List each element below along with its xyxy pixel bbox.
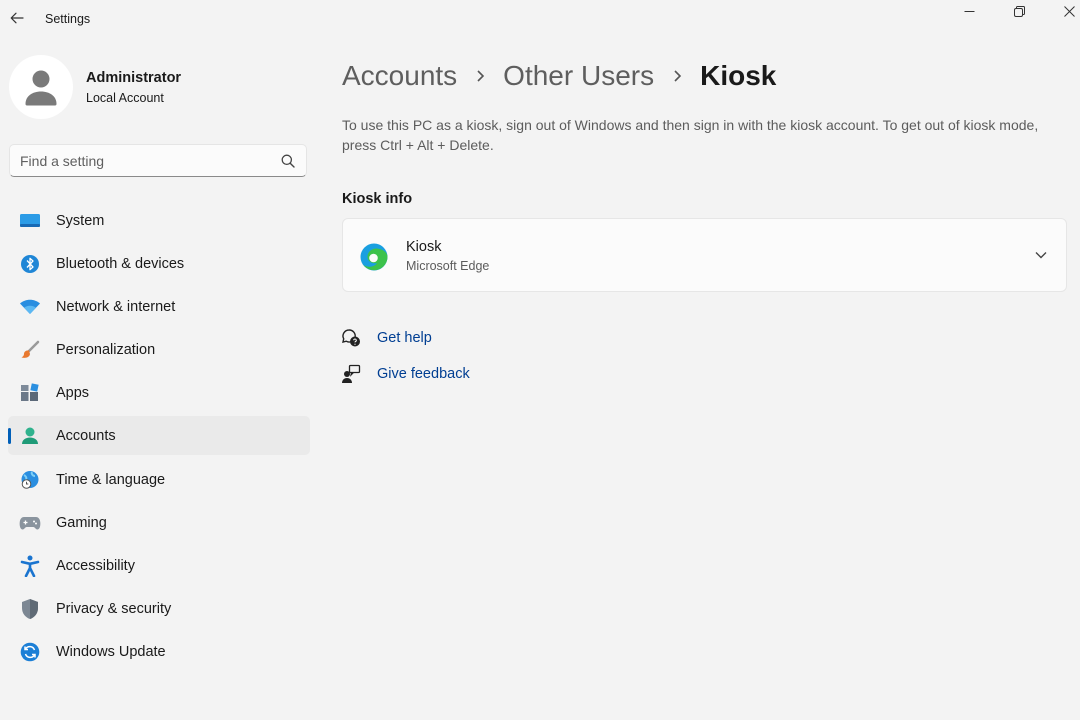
sidebar-item-label: Gaming: [56, 514, 107, 531]
sidebar-item-windows-update[interactable]: Windows Update: [8, 632, 310, 671]
sidebar-item-label: Accounts: [56, 428, 116, 445]
avatar-icon: [25, 70, 57, 106]
back-arrow-icon: [10, 12, 24, 24]
help-icon: [340, 327, 362, 349]
kiosk-info-card[interactable]: Kiosk Microsoft Edge: [342, 218, 1067, 292]
app-title: Settings: [45, 12, 91, 26]
sidebar-item-bluetooth[interactable]: Bluetooth & devices: [8, 244, 310, 283]
sidebar-item-gaming[interactable]: Gaming: [8, 503, 310, 542]
restore-icon: [1013, 5, 1025, 17]
bluetooth-icon: [19, 254, 41, 274]
sidebar-item-time-language[interactable]: Time & language: [8, 460, 310, 499]
close-icon: [1063, 5, 1075, 17]
sidebar-nav: System Bluetooth & devices Network & int…: [8, 201, 310, 675]
account-type: Local Account: [86, 91, 164, 105]
feedback-icon: [340, 363, 362, 385]
section-heading: Kiosk info: [342, 191, 413, 207]
apps-icon: [19, 383, 41, 403]
sidebar-item-label: Personalization: [56, 342, 156, 359]
get-help-link[interactable]: Get help: [340, 327, 432, 349]
title-bar: Settings: [0, 0, 1080, 40]
give-feedback-link[interactable]: Give feedback: [340, 363, 470, 385]
sidebar-item-network[interactable]: Network & internet: [8, 287, 310, 326]
sidebar-item-label: Accessibility: [56, 557, 135, 574]
minimize-icon: [964, 10, 974, 12]
get-help-label[interactable]: Get help: [377, 330, 432, 346]
sidebar-item-privacy-security[interactable]: Privacy & security: [8, 589, 310, 628]
chevron-down-icon[interactable]: [1034, 248, 1048, 262]
accessibility-icon: [19, 555, 41, 577]
sidebar-item-label: Windows Update: [56, 643, 166, 660]
search-input[interactable]: [20, 151, 270, 171]
gamepad-icon: [19, 513, 41, 533]
sidebar-item-accounts[interactable]: Accounts: [8, 416, 310, 456]
sidebar-item-apps[interactable]: Apps: [8, 373, 310, 412]
wifi-icon: [19, 297, 41, 317]
page-description: To use this PC as a kiosk, sign out of W…: [342, 117, 1039, 153]
sidebar-item-label: Privacy & security: [56, 600, 172, 617]
sidebar-item-label: Time & language: [56, 471, 166, 488]
edge-icon: [360, 243, 388, 271]
minimize-button[interactable]: [946, 0, 992, 22]
brush-icon: [19, 340, 41, 360]
chevron-right-icon: [654, 69, 700, 83]
sidebar-item-accessibility[interactable]: Accessibility: [8, 546, 310, 585]
breadcrumb-accounts[interactable]: Accounts: [342, 60, 457, 92]
breadcrumb-kiosk: Kiosk: [700, 60, 777, 91]
sidebar-item-system[interactable]: System: [8, 201, 310, 240]
close-button[interactable]: [1046, 0, 1080, 22]
kiosk-card-title: Kiosk: [406, 239, 442, 255]
maximize-button[interactable]: [996, 0, 1042, 22]
search-box[interactable]: [9, 144, 307, 177]
globe-clock-icon: [19, 470, 41, 490]
chevron-right-icon: [457, 69, 503, 83]
system-icon: [19, 211, 41, 231]
sidebar-item-label: Network & internet: [56, 299, 176, 316]
sidebar-item-label: System: [56, 213, 105, 229]
give-feedback-label[interactable]: Give feedback: [377, 366, 470, 382]
back-button[interactable]: [6, 6, 28, 30]
breadcrumb-other-users[interactable]: Other Users: [503, 60, 654, 92]
shield-icon: [19, 598, 41, 619]
kiosk-card-subtitle: Microsoft Edge: [406, 259, 490, 273]
search-icon[interactable]: [281, 154, 295, 168]
user-avatar[interactable]: [9, 55, 73, 119]
update-icon: [19, 642, 41, 662]
sidebar-item-label: Bluetooth & devices: [56, 256, 185, 273]
accounts-icon: [19, 426, 41, 446]
sidebar-item-label: Apps: [56, 385, 90, 402]
sidebar-item-personalization[interactable]: Personalization: [8, 330, 310, 369]
user-name: Administrator: [86, 70, 182, 86]
breadcrumb: Accounts Other Users Kiosk: [342, 56, 776, 96]
